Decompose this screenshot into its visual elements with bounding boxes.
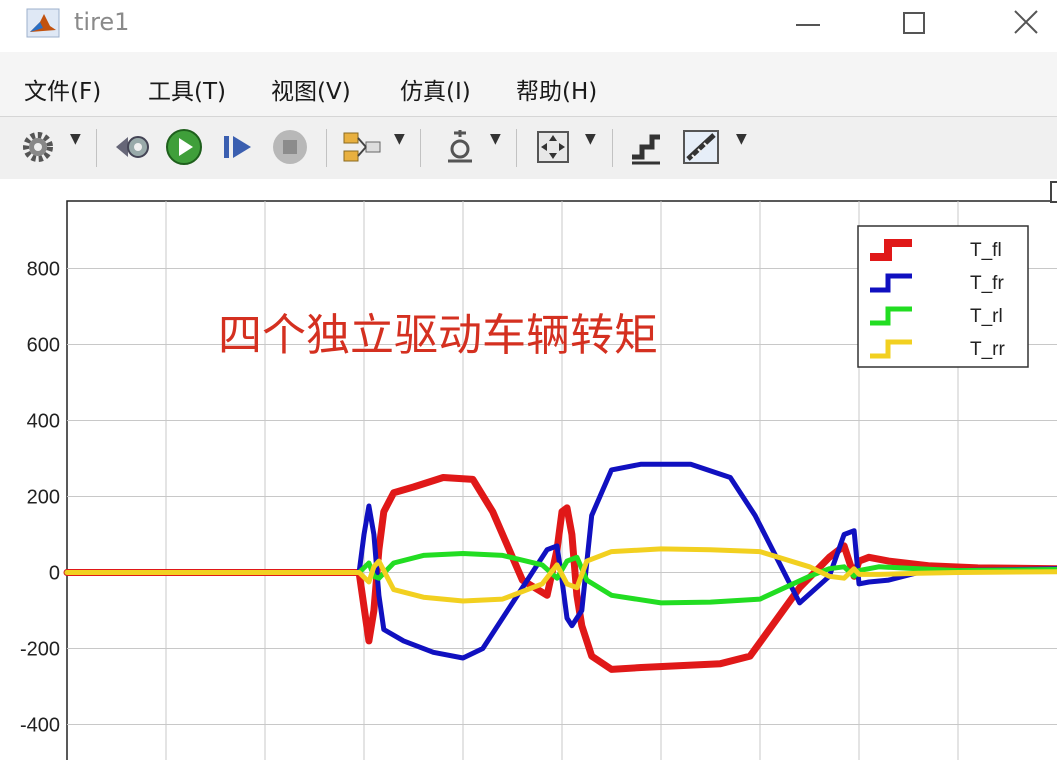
run-icon[interactable]: [164, 127, 204, 167]
style-icon[interactable]: [626, 127, 666, 167]
chevron-down-icon[interactable]: ▼: [736, 131, 747, 147]
y-tick-label: 600: [27, 335, 60, 357]
maximize-button[interactable]: [896, 8, 936, 40]
chevron-down-icon[interactable]: ▼: [490, 131, 501, 147]
step-forward-icon[interactable]: [218, 127, 258, 167]
menu-tools[interactable]: 工具(T): [148, 72, 226, 106]
plot-resize-handle[interactable]: [1050, 181, 1057, 203]
menu-bar: 文件(F) 工具(T) 视图(V) 仿真(I) 帮助(H): [0, 52, 1057, 116]
y-tick-label: -400: [20, 715, 60, 737]
legend-label: T_fl: [970, 240, 1002, 261]
menu-simulation[interactable]: 仿真(I): [400, 72, 471, 106]
ruler-icon[interactable]: [680, 127, 724, 167]
chevron-down-icon[interactable]: ▼: [70, 131, 81, 147]
toolbar-separator: [326, 129, 327, 167]
minimize-button[interactable]: [788, 8, 828, 40]
toolbar-separator: [516, 129, 517, 167]
fit-view-icon[interactable]: [532, 127, 574, 167]
plot-area: -400 -200 0 200 400 600 800 四个独立驱动车辆转矩 T_fl T_f…: [0, 179, 1057, 764]
y-tick-label: -200: [20, 639, 60, 661]
legend-label: T_rl: [970, 306, 1003, 327]
toolbar: ▼ ▼ ▼ ▼ ▼: [0, 116, 1057, 180]
legend[interactable]: T_fl T_fr T_rl T_rr: [857, 225, 1029, 368]
chart-title: 四个独立驱动车辆转矩: [218, 311, 658, 360]
y-tick-label: 0: [49, 563, 60, 585]
chevron-down-icon[interactable]: ▼: [585, 131, 596, 147]
toolbar-separator: [612, 129, 613, 167]
legend-label: T_fr: [970, 273, 1004, 294]
toolbar-separator: [420, 129, 421, 167]
title-bar: tire1: [0, 0, 1057, 52]
menu-help[interactable]: 帮助(H): [516, 72, 597, 106]
signal-tap-icon[interactable]: [112, 127, 154, 167]
stop-icon[interactable]: [270, 127, 310, 167]
y-tick-label: 400: [27, 411, 60, 433]
toolbar-separator: [96, 129, 97, 167]
torque-chart[interactable]: -400-2000200400600800 四个独立驱动车辆转矩 T_flT_f…: [0, 179, 1057, 764]
legend-label: T_rr: [970, 339, 1006, 360]
window-title: tire1: [74, 8, 130, 36]
signal-select-icon[interactable]: [340, 127, 384, 167]
menu-view[interactable]: 视图(V): [271, 72, 351, 106]
chevron-down-icon[interactable]: ▼: [394, 131, 405, 147]
y-axis: -400 -200 0 200 400 600 800: [20, 259, 60, 737]
menu-file[interactable]: 文件(F): [24, 72, 101, 106]
gear-icon[interactable]: [18, 127, 58, 167]
y-tick-label: 200: [27, 487, 60, 509]
matlab-logo-icon: [26, 8, 60, 38]
y-tick-label: 800: [27, 259, 60, 281]
zoom-icon[interactable]: [440, 127, 480, 167]
close-button[interactable]: [1006, 6, 1046, 40]
